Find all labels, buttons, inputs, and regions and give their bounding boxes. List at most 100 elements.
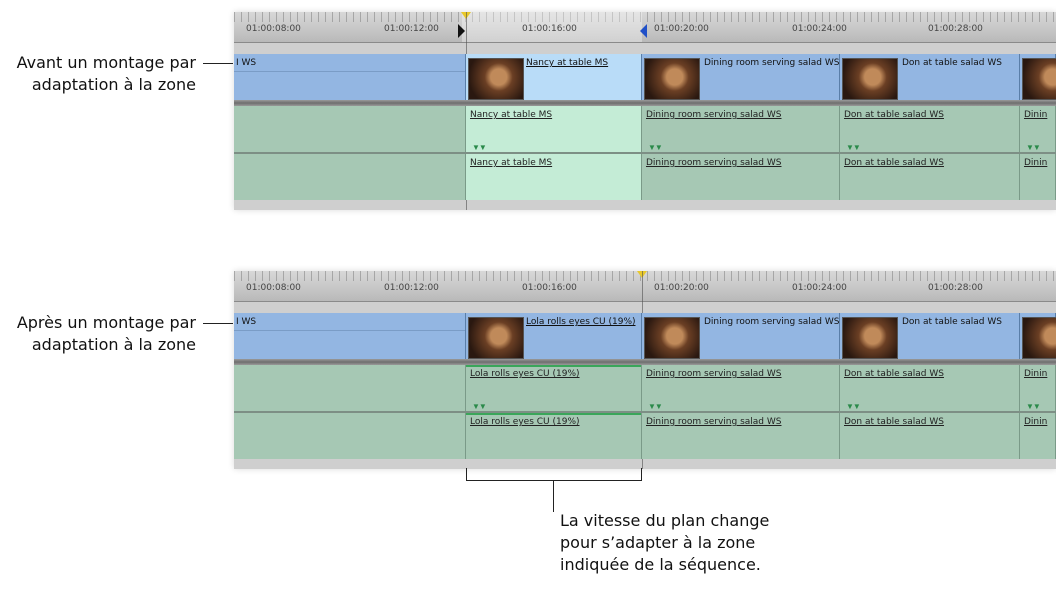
audio-clip[interactable]: Don at table salad WS ▼▼ — [840, 106, 1020, 152]
link-indicator-icon: ▼▼ — [472, 402, 487, 411]
audio-track-1: Lola rolls eyes CU (19%) ▼▼ Dining room … — [234, 365, 1056, 411]
out-point-icon[interactable] — [640, 24, 647, 38]
audio-clip[interactable] — [234, 154, 466, 200]
clip-name: Nancy at table MS — [470, 158, 553, 168]
video-clip[interactable]: Dining room serving salad WS — [642, 54, 840, 100]
clip-thumbnail — [842, 58, 898, 100]
video-clip[interactable] — [1020, 313, 1056, 359]
clip-name: Don at table salad WS — [902, 317, 1002, 327]
clip-name: I WS — [236, 58, 257, 68]
video-clip[interactable]: Don at table salad WS — [840, 54, 1020, 100]
audio-clip[interactable]: Lola rolls eyes CU (19%) ▼▼ — [466, 365, 642, 411]
speed-indicator — [466, 413, 641, 415]
clip-name: Dinin — [1024, 417, 1048, 427]
timeline-after[interactable]: 01:00:08:00 01:00:12:00 01:00:16:00 01:0… — [234, 271, 1056, 469]
video-track: I WS Nancy at table MS Dining room servi… — [234, 54, 1056, 100]
audio-clip[interactable]: Dining room serving salad WS ▼▼ — [642, 106, 840, 152]
clip-name: Dinin — [1024, 369, 1048, 379]
timecode-label: 01:00:16:00 — [522, 283, 577, 293]
video-clip[interactable]: Nancy at table MS — [466, 54, 642, 100]
after-callout-line2: adaptation à la zone — [31, 335, 196, 354]
clip-name: Don at table salad WS — [844, 369, 944, 379]
clip-divider — [234, 330, 465, 331]
audio-track-2: Lola rolls eyes CU (19%) Dining room ser… — [234, 413, 1056, 459]
link-indicator-icon: ▼▼ — [648, 143, 663, 152]
video-clip[interactable]: Lola rolls eyes CU (19%) — [466, 313, 642, 359]
clip-name: Dining room serving salad WS — [704, 317, 840, 327]
clip-name: Lola rolls eyes CU (19%) — [470, 417, 580, 427]
link-indicator-icon: ▼▼ — [648, 402, 663, 411]
note-line2: pour s’adapter à la zone — [560, 533, 756, 552]
after-callout: Après un montage par adaptation à la zon… — [8, 312, 196, 356]
timecode-label: 01:00:16:00 — [522, 24, 577, 34]
timecode-label: 01:00:08:00 — [246, 24, 301, 34]
clip-name: Dining room serving salad WS — [646, 417, 782, 427]
before-callout-leader — [203, 63, 233, 64]
audio-clip[interactable]: Nancy at table MS ▼▼ — [466, 106, 642, 152]
before-callout-line2: adaptation à la zone — [31, 75, 196, 94]
audio-clip[interactable]: Don at table salad WS — [840, 154, 1020, 200]
clip-thumbnail — [468, 317, 524, 359]
video-clip[interactable]: I WS — [234, 313, 466, 359]
clip-name: Nancy at table MS — [526, 58, 609, 68]
link-indicator-icon: ▼▼ — [1026, 143, 1041, 152]
timecode-label: 01:00:28:00 — [928, 283, 983, 293]
audio-clip[interactable] — [234, 413, 466, 459]
audio-clip[interactable] — [234, 365, 466, 411]
before-callout: Avant un montage par adaptation à la zon… — [8, 52, 196, 96]
audio-clip[interactable]: Dinin — [1020, 154, 1056, 200]
audio-clip[interactable]: Lola rolls eyes CU (19%) — [466, 413, 642, 459]
clip-name: Dinin — [1024, 110, 1048, 120]
timecode-label: 01:00:28:00 — [928, 24, 983, 34]
bracket-stem — [553, 480, 554, 512]
clip-name: Don at table salad WS — [844, 110, 944, 120]
video-clip[interactable]: Dining room serving salad WS — [642, 313, 840, 359]
note-line3: indiquée de la séquence. — [560, 555, 761, 574]
range-bracket — [466, 468, 642, 481]
clip-name: Don at table salad WS — [902, 58, 1002, 68]
clip-thumbnail — [1022, 58, 1056, 100]
audio-clip[interactable]: Don at table salad WS ▼▼ — [840, 365, 1020, 411]
audio-track-2: Nancy at table MS Dining room serving sa… — [234, 154, 1056, 200]
note-line1: La vitesse du plan change — [560, 511, 770, 530]
link-indicator-icon: ▼▼ — [472, 143, 487, 152]
ruler-ticks — [234, 12, 1056, 22]
time-ruler[interactable]: 01:00:08:00 01:00:12:00 01:00:16:00 01:0… — [234, 271, 1056, 302]
clip-name: Dinin — [1024, 158, 1048, 168]
audio-clip[interactable]: Dinin ▼▼ — [1020, 365, 1056, 411]
clip-thumbnail — [842, 317, 898, 359]
audio-clip[interactable]: Don at table salad WS — [840, 413, 1020, 459]
clip-name: Dining room serving salad WS — [646, 158, 782, 168]
clip-divider — [234, 71, 465, 72]
video-clip[interactable]: Don at table salad WS — [840, 313, 1020, 359]
before-callout-line1: Avant un montage par — [16, 53, 196, 72]
audio-clip[interactable]: Dinin — [1020, 413, 1056, 459]
clip-name: Lola rolls eyes CU (19%) — [526, 317, 636, 327]
timecode-label: 01:00:12:00 — [384, 24, 439, 34]
audio-clip[interactable] — [234, 106, 466, 152]
clip-name: Dining room serving salad WS — [646, 110, 782, 120]
in-point-icon[interactable] — [458, 24, 465, 38]
clip-name: Lola rolls eyes CU (19%) — [470, 369, 580, 379]
clip-name: Dining room serving salad WS — [704, 58, 840, 68]
video-clip[interactable]: I WS — [234, 54, 466, 100]
timeline-before[interactable]: 01:00:08:00 01:00:12:00 01:00:16:00 01:0… — [234, 12, 1056, 210]
timecode-label: 01:00:12:00 — [384, 283, 439, 293]
video-track: I WS Lola rolls eyes CU (19%) Dining roo… — [234, 313, 1056, 359]
speed-change-note: La vitesse du plan change pour s’adapter… — [560, 510, 769, 576]
audio-clip[interactable]: Dining room serving salad WS — [642, 154, 840, 200]
audio-clip[interactable]: Dining room serving salad WS ▼▼ — [642, 365, 840, 411]
audio-clip[interactable]: Nancy at table MS — [466, 154, 642, 200]
timecode-label: 01:00:20:00 — [654, 24, 709, 34]
after-callout-line1: Après un montage par — [16, 313, 196, 332]
video-clip[interactable] — [1020, 54, 1056, 100]
time-ruler[interactable]: 01:00:08:00 01:00:12:00 01:00:16:00 01:0… — [234, 12, 1056, 43]
clip-thumbnail — [644, 317, 700, 359]
link-indicator-icon: ▼▼ — [846, 143, 861, 152]
clip-name: I WS — [236, 317, 257, 327]
timecode-label: 01:00:20:00 — [654, 283, 709, 293]
audio-clip[interactable]: Dining room serving salad WS — [642, 413, 840, 459]
timecode-label: 01:00:08:00 — [246, 283, 301, 293]
speed-indicator — [466, 365, 641, 367]
audio-clip[interactable]: Dinin ▼▼ — [1020, 106, 1056, 152]
